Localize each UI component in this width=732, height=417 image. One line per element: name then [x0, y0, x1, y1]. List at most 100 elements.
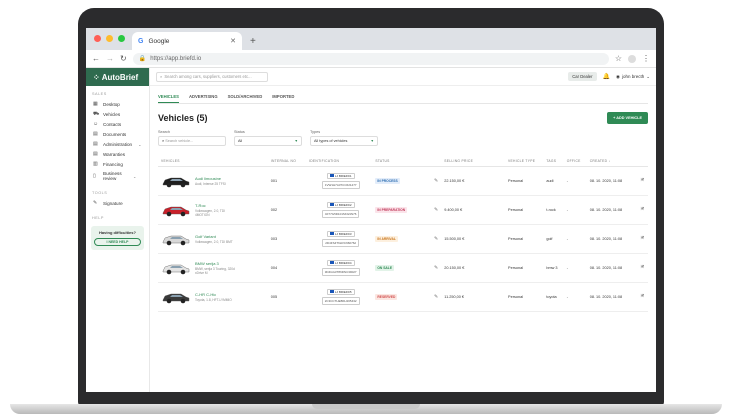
selling-price: 20.150,00 €	[441, 253, 506, 283]
tab-sold-archived[interactable]: SOLD/ARCHIVED	[228, 92, 263, 103]
document-icon[interactable]: 🗎	[641, 236, 644, 240]
close-tab-icon[interactable]: ✕	[230, 37, 236, 45]
filter-types-label: Types	[310, 130, 321, 134]
help-button[interactable]: I NEED HELP	[94, 238, 141, 246]
edit-cell: ✎	[431, 166, 442, 196]
document-cell: 🗎	[637, 166, 648, 196]
status-select[interactable]: All ▼	[234, 136, 302, 146]
global-search-input[interactable]: ⌕ Search among cars, suppliers, customers…	[156, 71, 268, 82]
role-badge[interactable]: Car Dealer	[568, 72, 597, 81]
sidebar-item-label: Desktop	[103, 101, 120, 107]
status-badge[interactable]: IN PREPARATION	[375, 206, 408, 213]
license-plate: LJ BRIEFD3	[326, 230, 355, 237]
bookmark-star-icon[interactable]: ☆	[615, 54, 622, 63]
edit-cell: ✎	[431, 282, 442, 312]
tab-vehicles[interactable]: VEHICLES	[158, 92, 179, 103]
maximize-window-dot[interactable]	[118, 35, 125, 42]
chevron-down-icon: ▼	[294, 139, 298, 143]
status-badge[interactable]: IN PROCESS	[375, 177, 400, 184]
sidebar-item-documents[interactable]: ▤ Documents	[86, 129, 149, 139]
tags: t-rock	[543, 195, 564, 225]
status-badge[interactable]: IN ARRIVAL	[375, 235, 398, 242]
vehicle-type: Personal	[505, 224, 544, 254]
sidebar-item-administration[interactable]: ▤ Administration ⌄	[86, 139, 149, 149]
column-header[interactable]: CREATED ↓	[586, 156, 638, 167]
sidebar-item-financing[interactable]: ▥ Financing	[86, 159, 149, 169]
edit-pencil-icon[interactable]: ✎	[434, 178, 438, 184]
identification-cell: LJ BRIEFD2 4F77G5D101SKG9N76	[306, 195, 373, 225]
table-body: Audi limousine Audi, Intense 25 TFSI 001 LJ…	[158, 166, 648, 312]
vehicle-name[interactable]: C-HR C-Hic	[195, 292, 232, 297]
user-menu[interactable]: ◉ john brecth ⌄	[616, 74, 650, 80]
selling-price: 11.250,00 €	[441, 282, 506, 312]
column-header	[637, 156, 648, 167]
office: -	[563, 224, 587, 254]
sidebar-item-signature[interactable]: ✎ Signature	[86, 198, 149, 208]
document-icon[interactable]: 🗎	[641, 265, 644, 269]
tags: golf	[543, 224, 564, 254]
page-header: Vehicles (5) + ADD VEHICLE	[158, 112, 648, 124]
sidebar-item-contacts[interactable]: ☺ Contacts	[86, 119, 149, 129]
profile-icon[interactable]	[628, 54, 636, 63]
license-plate: LJ BRIEFD5	[326, 288, 355, 295]
add-vehicle-button[interactable]: + ADD VEHICLE	[607, 112, 648, 124]
vehicle-text: Audi limousine Audi, Intense 25 TFSI	[195, 176, 226, 186]
column-header	[431, 156, 442, 167]
vehicle-name[interactable]: T-Roc	[195, 203, 239, 208]
edit-pencil-icon[interactable]: ✎	[434, 207, 438, 213]
vehicle-subtitle: Toyota, 1.8, HFT-LYMMIO	[195, 297, 232, 302]
vehicle-subtitle: Audi, Intense 25 TFSI	[195, 181, 226, 186]
back-icon[interactable]: ←	[92, 54, 100, 63]
vehicle-name[interactable]: Golf Variant	[195, 234, 233, 239]
section-sales-label: SALES	[92, 92, 107, 96]
table-row[interactable]: T-Roc Volkswagen, 2.0, TDI 4MOTION 002 LJ B…	[158, 195, 648, 225]
document-icon[interactable]: 🗎	[641, 207, 644, 211]
folder-icon: ▤	[93, 141, 98, 147]
edit-pencil-icon[interactable]: ✎	[434, 236, 438, 242]
menu-dots-icon[interactable]: ⋮	[642, 54, 650, 63]
document-icon[interactable]: 🗎	[641, 294, 644, 298]
sidebar-item-warranties[interactable]: ▤ Warranties	[86, 149, 149, 159]
identification: LJ BRIEFD4 3D4GG3T86DNC39027	[309, 259, 372, 276]
edit-pencil-icon[interactable]: ✎	[434, 294, 438, 300]
vehicle-search-input[interactable]: ⌕ Search vehicle...	[158, 136, 226, 146]
filters: Search ⌕ Search vehicle... Status All ▼ T…	[158, 130, 648, 146]
close-window-dot[interactable]	[94, 35, 101, 42]
forward-icon[interactable]: →	[106, 54, 114, 63]
minimize-window-dot[interactable]	[106, 35, 113, 42]
status-badge[interactable]: ON SALE	[375, 264, 395, 271]
tab-advertising[interactable]: ADVERTISING	[189, 92, 218, 103]
url-field[interactable]: 🔒 https://app.briefd.io	[132, 52, 609, 65]
browser-tab[interactable]: G Google ✕	[132, 32, 242, 50]
status-badge[interactable]: RESERVED	[375, 293, 398, 300]
chart-icon: ▯	[93, 173, 96, 179]
sidebar-item-desktop[interactable]: ▦ Desktop	[86, 99, 149, 109]
new-tab-icon[interactable]: +	[250, 36, 256, 47]
table-row[interactable]: BMW serija 3 BMW, serija 3 Touring, 320d …	[158, 253, 648, 283]
column-header: VEHICLES	[158, 156, 268, 167]
vehicle-name[interactable]: Audi limousine	[195, 176, 226, 181]
plate-text: LJ BRIEFD1	[334, 173, 352, 178]
table-row[interactable]: Golf Variant Volkswagen, 2.0, TDI BMT 003 L…	[158, 224, 648, 254]
types-select[interactable]: All types of vehicles ▼	[310, 136, 378, 146]
sidebar-item-vehicles[interactable]: ⛟ Vehicles	[86, 109, 149, 119]
table-row[interactable]: C-HR C-Hic Toyota, 1.8, HFT-LYMMIO 005 LJ B…	[158, 282, 648, 312]
brand-logo[interactable]: ⁘ AutoBrief	[86, 68, 149, 86]
chevron-down-icon: ⌄	[133, 173, 137, 179]
created: 08. 10. 2020, 11:08	[586, 195, 638, 225]
table-header-row: VEHICLES INTERNAL NO IDENTIFICATION STATUS S…	[158, 156, 648, 167]
sidebar: ⁘ AutoBrief SALES ▦ Desktop ⛟ Vehicles ☺ Con…	[86, 68, 150, 392]
bell-icon[interactable]: 🔔	[603, 73, 610, 80]
created: 08. 10. 2020, 11:08	[586, 282, 638, 312]
sidebar-item-business-review[interactable]: ▯ Business review ⌄	[86, 169, 149, 183]
license-plate: LJ BRIEFD2	[326, 201, 355, 208]
document-icon[interactable]: 🗎	[641, 178, 644, 182]
reload-icon[interactable]: ↻	[120, 54, 127, 63]
tags: toyota	[543, 282, 564, 312]
vehicle-name[interactable]: BMW serija 3	[195, 261, 239, 266]
table-row[interactable]: Audi limousine Audi, Intense 25 TFSI 001 LJ…	[158, 166, 648, 196]
edit-pencil-icon[interactable]: ✎	[434, 265, 438, 271]
car-thumbnail	[161, 232, 191, 246]
tab-imported[interactable]: IMPORTED	[272, 92, 294, 103]
app: ⁘ AutoBrief SALES ▦ Desktop ⛟ Vehicles ☺ Con…	[86, 68, 656, 392]
